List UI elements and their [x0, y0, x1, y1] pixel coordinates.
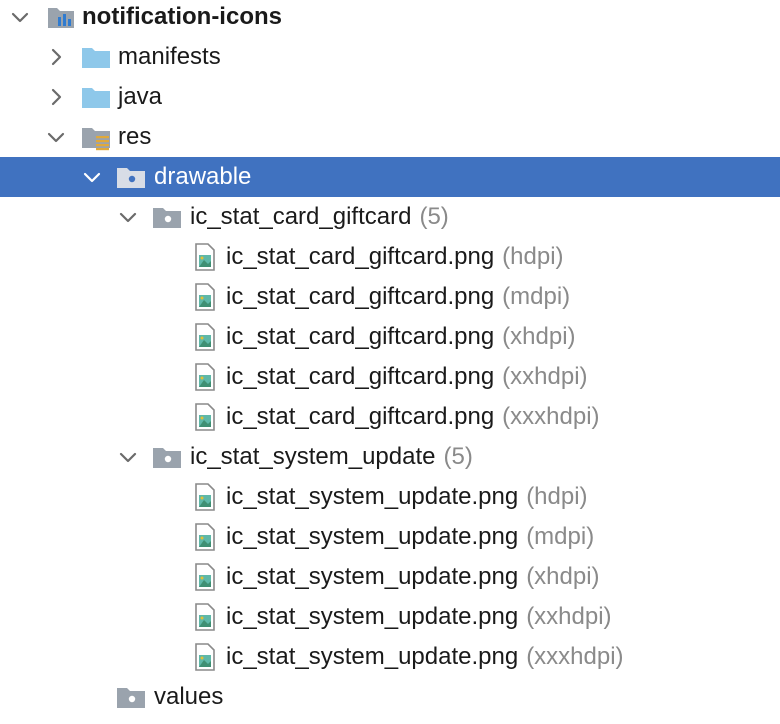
tree-node-update-group[interactable]: ic_stat_system_update (5): [0, 437, 780, 477]
file-density: (xhdpi): [526, 563, 600, 590]
tree-file-row[interactable]: ic_stat_system_update.png (mdpi): [0, 517, 780, 557]
file-density: (xxhdpi): [502, 363, 588, 390]
file-name: ic_stat_card_giftcard.png: [226, 403, 495, 430]
file-name: ic_stat_system_update.png: [226, 563, 519, 590]
group-count: (5): [443, 443, 473, 470]
tree-node-res[interactable]: res: [0, 117, 780, 157]
tree-file-row[interactable]: ic_stat_card_giftcard.png (xxxhdpi): [0, 397, 780, 437]
image-file-icon: [195, 603, 215, 631]
chevron-down-icon[interactable]: [44, 125, 68, 149]
image-file-icon: [195, 403, 215, 431]
file-label: ic_stat_card_giftcard.png (xhdpi): [226, 317, 576, 357]
root-label: notification-icons: [82, 3, 282, 30]
image-file-icon: [195, 483, 215, 511]
file-name: ic_stat_system_update.png: [226, 643, 519, 670]
tree-file-row[interactable]: ic_stat_card_giftcard.png (mdpi): [0, 277, 780, 317]
file-name: ic_stat_card_giftcard.png: [226, 363, 495, 390]
folder-icon: [153, 208, 181, 228]
giftcard-group-label: ic_stat_card_giftcard (5): [190, 197, 449, 237]
chevron-down-icon[interactable]: [80, 165, 104, 189]
values-label: values: [154, 683, 224, 710]
group-name: ic_stat_system_update: [190, 443, 436, 470]
file-density: (hdpi): [502, 243, 564, 270]
tree-file-row[interactable]: ic_stat_card_giftcard.png (xxhdpi): [0, 357, 780, 397]
file-density: (mdpi): [502, 283, 571, 310]
file-label: ic_stat_card_giftcard.png (mdpi): [226, 277, 570, 317]
chevron-down-icon[interactable]: [116, 445, 140, 469]
tree-node-manifests[interactable]: manifests: [0, 37, 780, 77]
folder-icon: [117, 168, 145, 188]
file-name: ic_stat_system_update.png: [226, 603, 519, 630]
java-label: java: [118, 83, 163, 110]
tree-file-row[interactable]: ic_stat_card_giftcard.png (xhdpi): [0, 317, 780, 357]
folder-icon: [82, 48, 110, 68]
image-file-icon: [195, 363, 215, 391]
chevron-right-icon[interactable]: [44, 45, 68, 69]
group-count: (5): [419, 203, 449, 230]
image-file-icon: [195, 283, 215, 311]
chevron-down-icon[interactable]: [8, 5, 32, 29]
chevron-right-icon[interactable]: [44, 85, 68, 109]
file-label: ic_stat_card_giftcard.png (hdpi): [226, 237, 564, 277]
tree-node-java[interactable]: java: [0, 77, 780, 117]
manifests-label: manifests: [118, 43, 221, 70]
file-name: ic_stat_system_update.png: [226, 483, 519, 510]
tree-node-giftcard-group[interactable]: ic_stat_card_giftcard (5): [0, 197, 780, 237]
image-file-icon: [195, 523, 215, 551]
file-density: (xxxhdpi): [502, 403, 600, 430]
image-file-icon: [195, 243, 215, 271]
folder-icon: [153, 448, 181, 468]
file-label: ic_stat_system_update.png (mdpi): [226, 517, 594, 557]
tree-node-root[interactable]: notification-icons: [0, 0, 780, 37]
module-folder-icon: [48, 8, 74, 28]
file-density: (xhdpi): [502, 323, 576, 350]
file-name: ic_stat_card_giftcard.png: [226, 283, 495, 310]
file-density: (hdpi): [526, 483, 588, 510]
file-name: ic_stat_card_giftcard.png: [226, 243, 495, 270]
file-label: ic_stat_system_update.png (hdpi): [226, 477, 588, 517]
image-file-icon: [195, 323, 215, 351]
tree-node-drawable[interactable]: drawable: [0, 157, 780, 197]
tree-file-row[interactable]: ic_stat_card_giftcard.png (hdpi): [0, 237, 780, 277]
tree-file-row[interactable]: ic_stat_system_update.png (xhdpi): [0, 557, 780, 597]
file-label: ic_stat_system_update.png (xhdpi): [226, 557, 600, 597]
image-file-icon: [195, 563, 215, 591]
file-name: ic_stat_card_giftcard.png: [226, 323, 495, 350]
file-name: ic_stat_system_update.png: [226, 523, 519, 550]
chevron-down-icon[interactable]: [116, 205, 140, 229]
image-file-icon: [195, 643, 215, 671]
file-density: (xxhdpi): [526, 603, 612, 630]
file-label: ic_stat_card_giftcard.png (xxxhdpi): [226, 397, 600, 437]
folder-icon: [117, 688, 145, 708]
file-density: (mdpi): [526, 523, 595, 550]
file-density: (xxxhdpi): [526, 643, 624, 670]
tree-file-row[interactable]: ic_stat_system_update.png (xxxhdpi): [0, 637, 780, 677]
tree-file-row[interactable]: ic_stat_system_update.png (xxhdpi): [0, 597, 780, 637]
update-group-label: ic_stat_system_update (5): [190, 437, 473, 477]
file-label: ic_stat_card_giftcard.png (xxhdpi): [226, 357, 588, 397]
file-label: ic_stat_system_update.png (xxxhdpi): [226, 637, 624, 677]
resources-folder-icon: [82, 128, 110, 151]
file-label: ic_stat_system_update.png (xxhdpi): [226, 597, 612, 637]
group-name: ic_stat_card_giftcard: [190, 203, 412, 230]
tree-node-values[interactable]: values: [0, 677, 780, 717]
drawable-label: drawable: [154, 163, 252, 190]
res-label: res: [118, 123, 152, 150]
tree-file-row[interactable]: ic_stat_system_update.png (hdpi): [0, 477, 780, 517]
folder-icon: [82, 88, 110, 108]
